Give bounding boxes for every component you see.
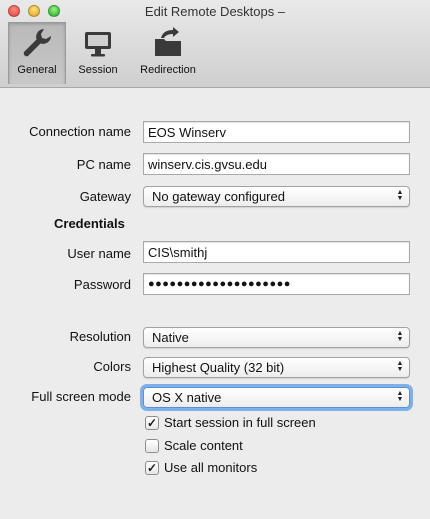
tab-general-label: General bbox=[17, 64, 57, 76]
gateway-value: No gateway configured bbox=[152, 189, 285, 204]
tab-session[interactable]: Session bbox=[70, 22, 126, 84]
wrench-icon bbox=[23, 29, 51, 57]
password-label: Password bbox=[73, 277, 131, 292]
popup-arrows-icon: ▲ ▼ bbox=[396, 330, 404, 343]
folder-redirect-icon bbox=[155, 27, 181, 56]
credentials-heading: Credentials bbox=[54, 216, 125, 231]
popup-arrows-icon: ▲ ▼ bbox=[396, 390, 404, 403]
resolution-label: Resolution bbox=[69, 329, 131, 344]
user-name-field[interactable]: CIS\smithj bbox=[143, 241, 410, 263]
connection-name-field[interactable]: EOS Winserv bbox=[143, 121, 410, 143]
scale-content-checkbox-row[interactable]: Scale content bbox=[145, 438, 243, 453]
colors-popup[interactable]: Highest Quality (32 bit) ▲ ▼ bbox=[143, 357, 410, 378]
window-title: Edit Remote Desktops – bbox=[144, 4, 286, 19]
scale-content-label: Scale content bbox=[164, 438, 243, 453]
edit-remote-desktops-window: Edit Remote Desktops – General Session R… bbox=[0, 0, 430, 519]
pc-name-label: PC name bbox=[76, 157, 131, 172]
password-field[interactable]: ●●●●●●●●●●●●●●●●●●●● bbox=[143, 273, 410, 295]
pc-name-field[interactable]: winserv.cis.gvsu.edu bbox=[143, 153, 410, 175]
start-full-screen-label: Start session in full screen bbox=[164, 415, 316, 430]
full-screen-mode-popup[interactable]: OS X native ▲ ▼ bbox=[143, 387, 410, 408]
full-screen-mode-label: Full screen mode bbox=[31, 389, 131, 404]
tab-general[interactable]: General bbox=[8, 22, 66, 84]
resolution-popup[interactable]: Native ▲ ▼ bbox=[143, 327, 410, 348]
use-all-monitors-label: Use all monitors bbox=[164, 460, 258, 475]
tab-session-label: Session bbox=[78, 64, 118, 76]
start-full-screen-checkbox[interactable]: ✓ bbox=[145, 415, 159, 430]
monitor-icon bbox=[85, 32, 111, 57]
full-screen-mode-value: OS X native bbox=[152, 390, 222, 405]
popup-arrows-icon: ▲ ▼ bbox=[396, 360, 404, 373]
tab-redirection-label: Redirection bbox=[140, 64, 196, 76]
colors-value: Highest Quality (32 bit) bbox=[152, 360, 285, 375]
use-all-monitors-checkbox[interactable]: ✓ bbox=[145, 460, 159, 475]
connection-name-label: Connection name bbox=[29, 124, 131, 139]
gateway-label: Gateway bbox=[79, 189, 131, 204]
colors-label: Colors bbox=[93, 359, 131, 374]
resolution-value: Native bbox=[152, 330, 189, 345]
use-all-monitors-checkbox-row[interactable]: ✓ Use all monitors bbox=[145, 460, 257, 475]
scale-content-checkbox[interactable] bbox=[145, 438, 159, 453]
gateway-popup[interactable]: No gateway configured ▲ ▼ bbox=[143, 186, 410, 207]
user-name-label: User name bbox=[67, 246, 131, 261]
toolbar: Edit Remote Desktops – General Session R… bbox=[0, 0, 430, 88]
tab-redirection[interactable]: Redirection bbox=[132, 22, 204, 84]
popup-arrows-icon: ▲ ▼ bbox=[396, 189, 404, 202]
start-full-screen-checkbox-row[interactable]: ✓ Start session in full screen bbox=[145, 415, 316, 430]
